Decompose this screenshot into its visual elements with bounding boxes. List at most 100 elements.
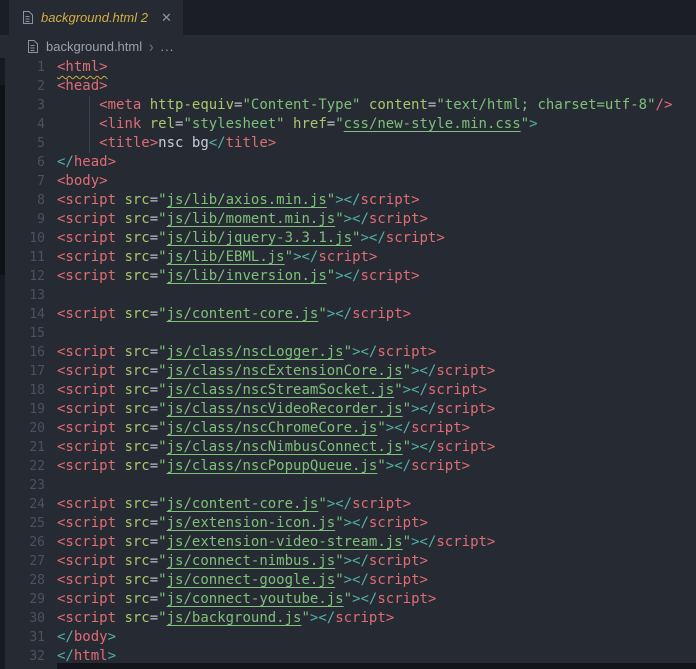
code-token: = (150, 591, 158, 607)
code-token: <script (57, 610, 116, 626)
code-token: "Content-Type" (242, 97, 360, 113)
code-line[interactable]: 26<script src="js/extension-video-stream… (0, 533, 696, 552)
code-token: <script (57, 268, 116, 284)
code-token: ></ (344, 572, 369, 588)
code-token: <title> (99, 135, 158, 151)
line-number: 10 (0, 229, 45, 248)
code-line[interactable]: 16<script src="js/class/nscLogger.js"></… (0, 343, 696, 362)
code-line[interactable]: 29<script src="js/connect-youtube.js"></… (0, 590, 696, 609)
code-token: = (150, 211, 158, 227)
code-line[interactable]: 8<script src="js/lib/axios.min.js"></scr… (0, 191, 696, 210)
code-token: script> (436, 363, 495, 379)
code-token: = (327, 116, 335, 132)
code-token: js/connect-youtube.js (167, 591, 344, 607)
code-line[interactable]: 24<script src="js/content-core.js"></scr… (0, 495, 696, 514)
code-line[interactable]: 6</head> (0, 153, 696, 172)
line-number: 20 (0, 419, 45, 438)
code-line[interactable]: 17<script src="js/class/nscExtensionCore… (0, 362, 696, 381)
code-line[interactable]: 9<script src="js/lib/moment.min.js"></sc… (0, 210, 696, 229)
code-line[interactable]: 10<script src="js/lib/jquery-3.3.1.js"><… (0, 229, 696, 248)
code-token: " (327, 268, 335, 284)
code-line[interactable]: 28<script src="js/connect-google.js"></s… (0, 571, 696, 590)
code-line[interactable]: 14 <script src="js/content-core.js"></scr… (0, 305, 696, 324)
code-token: html (74, 648, 108, 664)
code-line[interactable]: 27<script src="js/connect-nimbus.js"></s… (0, 552, 696, 571)
code-token: ></ (310, 610, 335, 626)
code-line[interactable]: 30<script src="js/background.js"></scrip… (0, 609, 696, 628)
code-line[interactable]: 4 <link rel="stylesheet" href="css/new-s… (0, 115, 696, 134)
line-number: 21 (0, 438, 45, 457)
line-number: 5 (0, 134, 45, 153)
code-token: js/lib/inversion.js (167, 268, 327, 284)
code-editor[interactable]: 1 <html>2<head>3 <meta http-equiv="Conten… (0, 58, 696, 666)
code-token: script> (352, 306, 411, 322)
code-token: = (150, 572, 158, 588)
code-line[interactable]: 5 <title>nsc bg</title> (0, 134, 696, 153)
code-token: " (335, 553, 343, 569)
code-line-content: <script src="js/connect-nimbus.js"></scr… (57, 552, 428, 571)
breadcrumb[interactable]: background.html › ... (0, 35, 696, 58)
code-line-content: <script src="js/content-core.js"></scrip… (57, 305, 411, 324)
code-line[interactable]: 12<script src="js/lib/inversion.js"></sc… (0, 267, 696, 286)
code-token: " (158, 610, 166, 626)
code-token: src (116, 363, 150, 379)
code-token: <script (57, 458, 116, 474)
code-token: " (403, 534, 411, 550)
close-icon[interactable]: ✕ (161, 11, 172, 24)
code-line[interactable]: 23 (0, 476, 696, 495)
code-line[interactable]: 13 (0, 286, 696, 305)
code-token (57, 135, 99, 151)
line-number: 24 (0, 495, 45, 514)
tab-background-html[interactable]: background.html 2 ✕ (9, 0, 183, 35)
code-token: src (116, 496, 150, 512)
code-token: ></ (344, 515, 369, 531)
code-line-content: <script src="js/class/nscExtensionCore.j… (57, 362, 495, 381)
line-number: 14 (0, 305, 45, 324)
code-token: </ (57, 629, 74, 645)
code-token: src (116, 192, 150, 208)
code-token: " (327, 192, 335, 208)
code-token: <script (57, 572, 116, 588)
code-token: head> (74, 154, 116, 170)
code-line[interactable]: 18<script src="js/class/nscStreamSocket.… (0, 381, 696, 400)
code-token: script> (436, 534, 495, 550)
code-token: <script (57, 496, 116, 512)
code-token: " (403, 401, 411, 417)
code-token: js/extension-icon.js (167, 515, 336, 531)
code-token: <script (57, 249, 116, 265)
code-line-content: <script src="js/lib/axios.min.js"></scri… (57, 191, 420, 210)
code-area[interactable]: 1 <html>2<head>3 <meta http-equiv="Conten… (0, 58, 696, 666)
breadcrumb-file[interactable]: background.html (46, 39, 142, 54)
code-line[interactable]: 20<script src="js/class/nscChromeCore.js… (0, 419, 696, 438)
code-token: " (158, 572, 166, 588)
code-token: script> (377, 344, 436, 360)
code-line[interactable]: 15 (0, 324, 696, 343)
code-line[interactable]: 21<script src="js/class/nscNimbusConnect… (0, 438, 696, 457)
code-line[interactable]: 31</body> (0, 628, 696, 647)
code-line[interactable]: 11<script src="js/lib/EBML.js"></script> (0, 248, 696, 267)
code-line[interactable]: 7<body> (0, 172, 696, 191)
code-token: src (116, 249, 150, 265)
code-token: body (74, 629, 108, 645)
code-line[interactable]: 1 <html> (0, 58, 696, 77)
code-line-content: <script src="js/lib/inversion.js"></scri… (57, 267, 420, 286)
code-line[interactable]: 3 <meta http-equiv="Content-Type" conten… (0, 96, 696, 115)
code-token: = (150, 230, 158, 246)
code-token: ></ (386, 420, 411, 436)
code-line-content: </head> (57, 153, 116, 172)
code-token: > (108, 629, 116, 645)
code-line[interactable]: 2<head> (0, 77, 696, 96)
breadcrumb-more[interactable]: ... (160, 39, 174, 54)
code-token: " (344, 344, 352, 360)
line-number: 7 (0, 172, 45, 191)
code-line[interactable]: 19<script src="js/class/nscVideoRecorder… (0, 400, 696, 419)
line-number: 1 (0, 58, 45, 77)
code-line-content: <html> (57, 58, 108, 77)
code-line[interactable]: 22<script src="js/class/nscPopupQueue.js… (0, 457, 696, 476)
code-token: " (335, 572, 343, 588)
code-token: js/lib/axios.min.js (167, 192, 327, 208)
code-line[interactable]: 25<script src="js/extension-icon.js"></s… (0, 514, 696, 533)
code-token: content (360, 97, 427, 113)
left-edge-scrollbar-thumb[interactable] (0, 85, 5, 275)
code-token: script> (386, 230, 445, 246)
